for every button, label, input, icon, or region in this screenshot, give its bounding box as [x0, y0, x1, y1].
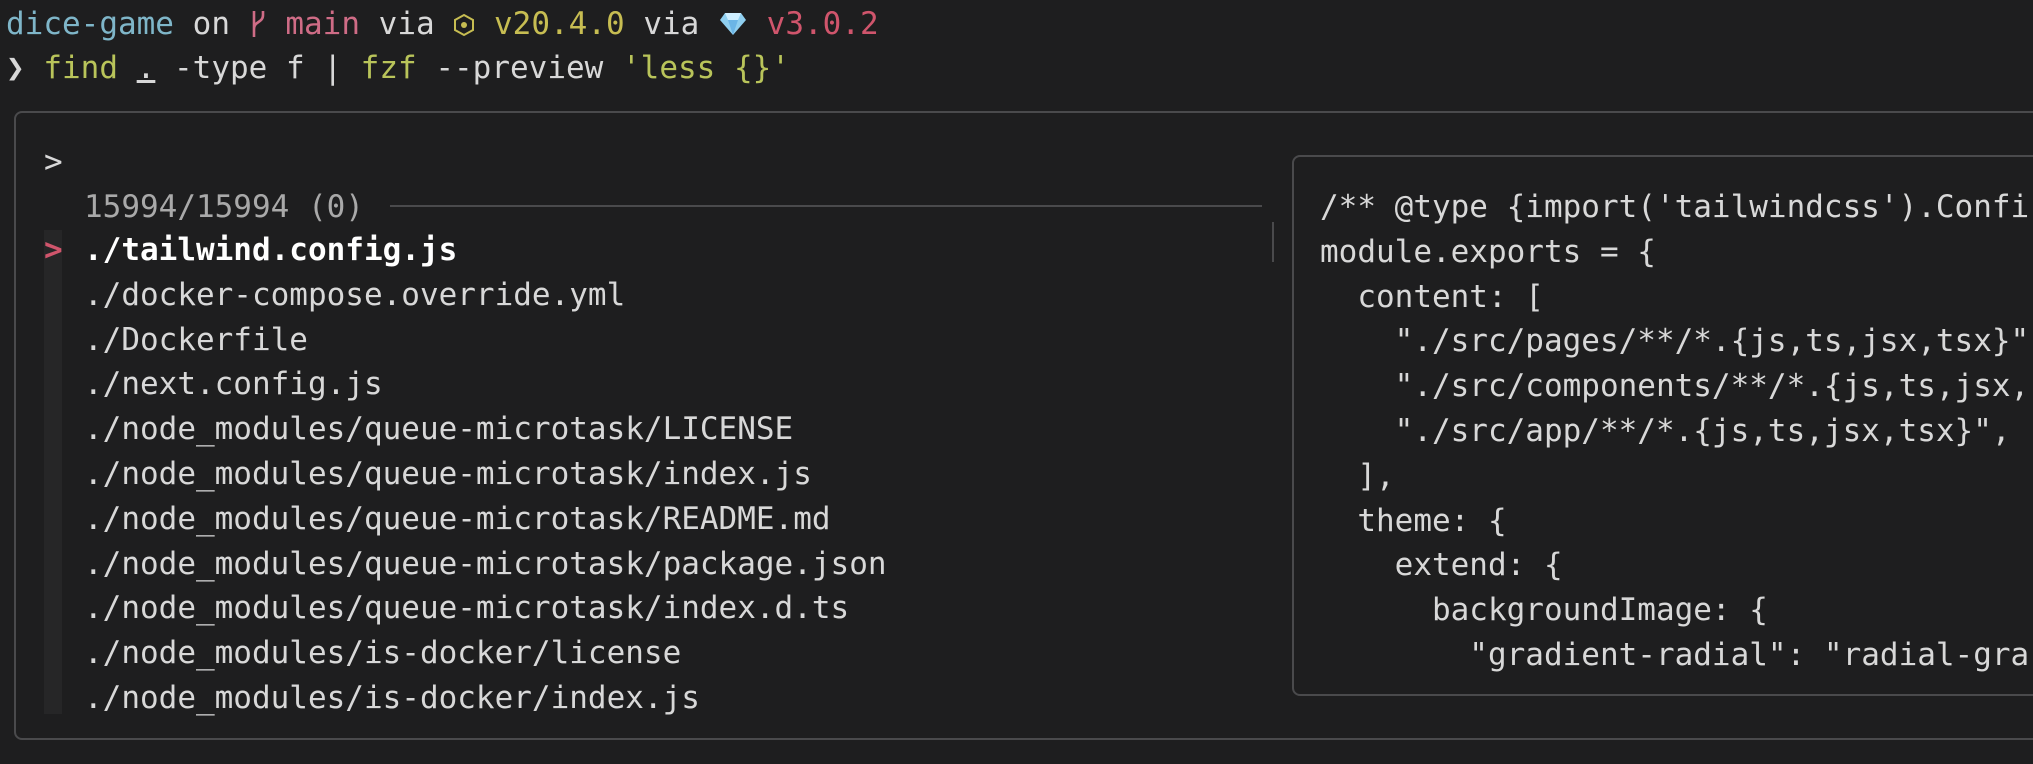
result-item-label: ./node_modules/queue-microtask/index.js — [84, 455, 812, 492]
result-item[interactable]: ./node_modules/queue-microtask/LICENSE — [44, 407, 887, 452]
result-item[interactable]: ./node_modules/is-docker/license — [44, 631, 887, 676]
preview-content: /** @type {import('tailwindcss').Confi m… — [1320, 185, 2033, 678]
command-fzf: fzf — [360, 50, 417, 86]
command-preview-string: 'less {}' — [622, 50, 790, 86]
result-item-label: ./node_modules/queue-microtask/package.j… — [84, 545, 887, 582]
command-find: find — [43, 50, 118, 86]
result-item[interactable]: ./node_modules/queue-microtask/index.d.t… — [44, 586, 887, 631]
result-item-label: ./next.config.js — [84, 366, 383, 403]
node-icon — [453, 6, 475, 42]
node-version: v20.4.0 — [494, 6, 625, 42]
prompt-on-text: on — [192, 6, 230, 42]
result-item-label: ./Dockerfile — [84, 321, 308, 358]
command-line[interactable]: ❯ find . -type f | fzf --preview 'less {… — [6, 48, 790, 88]
preview-line: "./src/pages/**/*.{js,ts,jsx,tsx}" — [1320, 323, 2030, 360]
result-item-label: ./docker-compose.override.yml — [84, 276, 626, 313]
result-item[interactable]: ./node_modules/is-docker/index.js — [44, 676, 887, 721]
result-item[interactable]: ./node_modules/queue-microtask/package.j… — [44, 542, 887, 587]
selection-pointer: > — [44, 232, 63, 268]
preview-line: "./src/components/**/*.{js,ts,jsx, — [1320, 368, 2030, 405]
preview-line: /** @type {import('tailwindcss').Confi — [1320, 189, 2030, 225]
result-item[interactable]: ./next.config.js — [44, 362, 887, 407]
preview-line: "./src/app/**/*.{js,ts,jsx,tsx}", — [1320, 412, 2011, 449]
current-directory: dice-game — [6, 6, 174, 42]
prompt-via-text-2: via — [643, 6, 700, 42]
result-item[interactable]: ./Dockerfile — [44, 318, 887, 363]
preview-line: content: [ — [1320, 278, 1544, 315]
preview-line: extend: { — [1320, 547, 1563, 584]
preview-line: theme: { — [1320, 502, 1507, 539]
preview-line: module.exports = { — [1320, 233, 1656, 270]
result-item[interactable]: ./node_modules/queue-microtask/index.js — [44, 452, 887, 497]
preview-line: ], — [1320, 457, 1395, 494]
shell-prompt: dice-game on main via v20.4.0 via v3.0.2 — [6, 4, 879, 44]
prompt-arrow: ❯ — [6, 50, 25, 86]
result-item-label: ./node_modules/is-docker/license — [84, 635, 682, 672]
fzf-match-counter: 15994/15994 (0) — [84, 189, 364, 225]
result-item-label: ./node_modules/queue-microtask/index.d.t… — [84, 590, 850, 627]
result-item[interactable]: ./docker-compose.override.yml — [44, 273, 887, 318]
git-branch: main — [285, 6, 360, 42]
fzf-results-list: > ./tailwind.config.js ./docker-compose.o… — [44, 228, 887, 721]
result-item-label: ./node_modules/queue-microtask/README.md — [84, 500, 831, 537]
ruby-icon — [718, 6, 748, 42]
branch-icon — [249, 6, 267, 42]
preview-line: "gradient-radial": "radial-gra — [1320, 636, 2030, 673]
prompt-via-text: via — [378, 6, 435, 42]
ruby-version: v3.0.2 — [766, 6, 879, 42]
fzf-query-input[interactable]: > — [44, 142, 63, 182]
command-preview-flag: --preview — [435, 50, 604, 86]
command-dot: . — [136, 50, 156, 86]
preview-line: backgroundImage: { — [1320, 592, 1768, 629]
command-args: -type f | — [174, 50, 342, 86]
preview-divider — [1272, 222, 1274, 262]
result-item-label: ./node_modules/is-docker/index.js — [84, 679, 700, 716]
result-item-selected[interactable]: > ./tailwind.config.js — [44, 228, 887, 273]
counter-divider — [390, 205, 1262, 207]
result-item[interactable]: ./node_modules/queue-microtask/README.md — [44, 497, 887, 542]
result-item-label: ./node_modules/queue-microtask/LICENSE — [84, 411, 794, 448]
result-item-label: ./tailwind.config.js — [84, 232, 458, 268]
